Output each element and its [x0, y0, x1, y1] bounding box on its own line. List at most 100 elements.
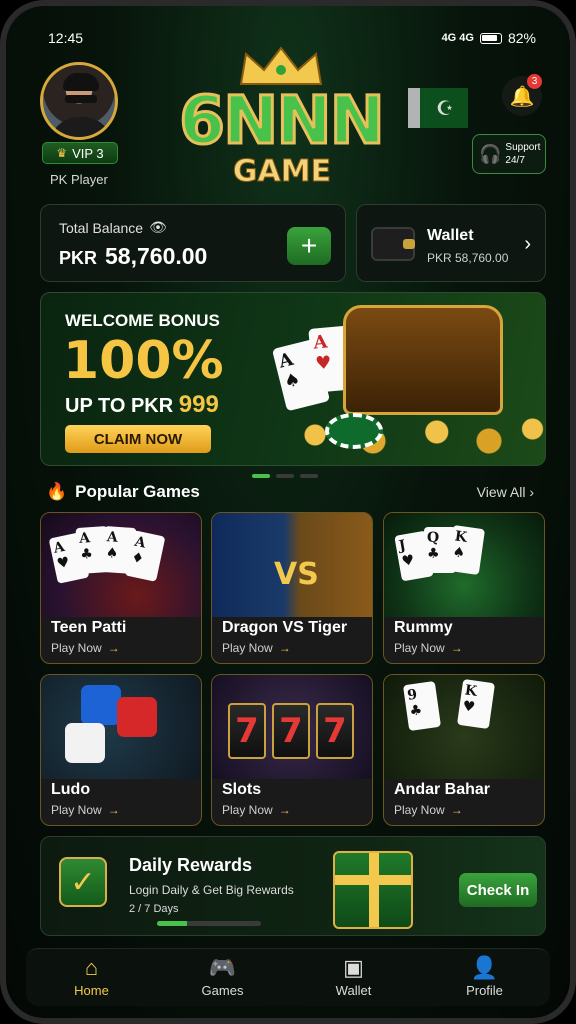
banner-upto: UP TO PKR 999 — [65, 391, 219, 419]
rewards-days: 2 / 7 Days — [129, 903, 179, 915]
game-card-andar-bahar[interactable]: 9 ♣ K ♥ Andar Bahar Play Now → — [383, 674, 545, 826]
support-text: Support 24/7 — [505, 141, 540, 167]
balance-amount-row: PKR 58,760.00 — [59, 243, 207, 270]
play-now-label: Play Now — [222, 641, 273, 655]
chevron-right-icon: › — [524, 233, 531, 255]
view-all-label: View All — [476, 484, 526, 500]
gift-box-icon — [333, 851, 413, 929]
vs-emblem: VS — [274, 557, 319, 592]
play-now-label: Play Now — [394, 641, 445, 655]
rewards-progress-bar — [157, 921, 261, 926]
vip-badge[interactable]: ♛ VIP 3 — [42, 142, 118, 164]
arrow-right-icon: → — [450, 803, 463, 817]
brand-logo: 6NNN GAME — [166, 44, 396, 202]
app-screen: 12:45 4G 4G 82% ♛ VIP 3 PK Player 6NNN G… — [6, 6, 570, 1018]
game-card-ludo[interactable]: Ludo Play Now → — [40, 674, 202, 826]
player-name: PK Player — [50, 172, 108, 187]
game-card-slots[interactable]: 7 7 7 Slots Play Now → — [211, 674, 373, 826]
carousel-dots[interactable] — [252, 474, 318, 478]
wallet-value: PKR 58,760.00 — [427, 251, 509, 265]
crown-icon: ♛ — [56, 146, 68, 160]
game-name: Ludo — [51, 781, 91, 798]
game-card-dragon-vs-tiger[interactable]: VS Dragon VS Tiger Play Now → — [211, 512, 373, 664]
support-hours: 24/7 — [505, 155, 525, 166]
check-in-button[interactable]: Check In — [459, 873, 537, 907]
chevron-right-icon: › — [529, 484, 534, 500]
nav-item-home[interactable]: ⌂ Home — [26, 949, 157, 1006]
arrow-right-icon: → — [107, 803, 120, 817]
rewards-progress-fill — [157, 921, 187, 926]
battery-percent: 82% — [507, 30, 536, 46]
logo-main-text: 6NNN — [178, 82, 387, 159]
arrow-right-icon: → — [107, 641, 120, 655]
rummy-art: J ♥ Q ♣ K ♠ — [384, 513, 544, 617]
popular-games-title: Popular Games — [75, 482, 200, 501]
balance-card: Total Balance 👁 PKR 58,760.00 + — [40, 204, 346, 282]
add-funds-button[interactable]: + — [287, 227, 331, 265]
play-now-link[interactable]: Play Now → — [51, 803, 120, 817]
network-indicator: 4G 4G — [441, 32, 474, 44]
banner-upto-prefix: UP TO PKR — [65, 395, 174, 417]
ludo-art — [41, 675, 201, 779]
andar-bahar-art: 9 ♣ K ♥ — [384, 675, 544, 779]
popular-games-heading: 🔥 Popular Games — [46, 482, 200, 502]
avatar[interactable] — [40, 62, 118, 140]
play-now-link[interactable]: Play Now → — [222, 641, 291, 655]
nav-label: Wallet — [335, 983, 372, 998]
gamepad-icon: 🎮 — [208, 955, 237, 980]
arrow-right-icon: → — [278, 641, 291, 655]
battery-icon — [479, 32, 502, 44]
game-name: Andar Bahar — [394, 781, 491, 798]
carousel-dot[interactable] — [252, 474, 270, 478]
rewards-subtitle: Login Daily & Get Big Rewards — [129, 883, 294, 897]
view-all-link[interactable]: View All › — [477, 484, 534, 500]
play-now-link[interactable]: Play Now → — [394, 803, 463, 817]
wallet-icon: ▣ — [343, 955, 364, 980]
game-name: Teen Patti — [51, 619, 127, 636]
logo-sub-text: GAME — [232, 154, 332, 190]
welcome-bonus-banner[interactable]: WELCOME BONUS 100% UP TO PKR 999 CLAIM N… — [40, 292, 546, 466]
banner-percent: 100% — [63, 331, 224, 391]
eye-icon[interactable]: 👁 — [149, 219, 167, 236]
play-now-label: Play Now — [394, 803, 445, 817]
headset-icon: 🎧 — [479, 143, 502, 164]
gold-coins-art — [257, 399, 545, 459]
play-now-label: Play Now — [51, 641, 102, 655]
nav-label: Profile — [466, 983, 503, 998]
wallet-icon — [371, 227, 415, 261]
game-name: Rummy — [394, 619, 453, 636]
nav-item-profile[interactable]: 👤 Profile — [419, 949, 550, 1006]
status-right: 4G 4G 82% — [442, 30, 536, 46]
claim-now-button[interactable]: CLAIM NOW — [65, 425, 211, 453]
dragon-vs-tiger-art: VS — [212, 513, 372, 617]
game-card-teen-patti[interactable]: A ♥ A ♣ A ♠ A ♦ Teen Patti Play Now → — [40, 512, 202, 664]
arrow-right-icon: → — [450, 641, 463, 655]
vip-label: VIP 3 — [72, 145, 104, 161]
arrow-right-icon: → — [278, 803, 291, 817]
wallet-card[interactable]: Wallet PKR 58,760.00 › — [356, 204, 546, 282]
play-now-link[interactable]: Play Now → — [394, 641, 463, 655]
play-now-link[interactable]: Play Now → — [51, 641, 120, 655]
daily-rewards-card: ✓ Daily Rewards Login Daily & Get Big Re… — [40, 836, 546, 936]
calendar-check-icon: ✓ — [59, 857, 107, 907]
game-card-rummy[interactable]: J ♥ Q ♣ K ♠ Rummy Play Now → — [383, 512, 545, 664]
notification-button[interactable]: 🔔 3 — [502, 74, 542, 116]
balance-amount: 58,760.00 — [105, 243, 208, 269]
nav-item-games[interactable]: 🎮 Games — [157, 949, 288, 1006]
profile-icon: 👤 — [470, 955, 499, 980]
play-now-link[interactable]: Play Now → — [222, 803, 291, 817]
teen-patti-art: A ♥ A ♣ A ♠ A ♦ — [41, 513, 201, 617]
carousel-dot[interactable] — [300, 474, 318, 478]
support-label: Support — [505, 142, 541, 153]
notification-badge: 3 — [527, 74, 542, 89]
carousel-dot[interactable] — [276, 474, 294, 478]
bottom-nav: ⌂ Home 🎮 Games ▣ Wallet 👤 Profile — [26, 948, 550, 1006]
poker-chip-art — [325, 413, 383, 449]
support-button[interactable]: 🎧 Support 24/7 — [472, 134, 546, 174]
fire-icon: 🔥 — [46, 482, 68, 501]
home-icon: ⌂ — [84, 955, 99, 980]
nav-item-wallet[interactable]: ▣ Wallet — [288, 949, 419, 1006]
nav-label: Games — [201, 983, 244, 998]
banner-title: WELCOME BONUS — [65, 311, 220, 330]
phone-frame: 12:45 4G 4G 82% ♛ VIP 3 PK Player 6NNN G… — [0, 0, 576, 1024]
